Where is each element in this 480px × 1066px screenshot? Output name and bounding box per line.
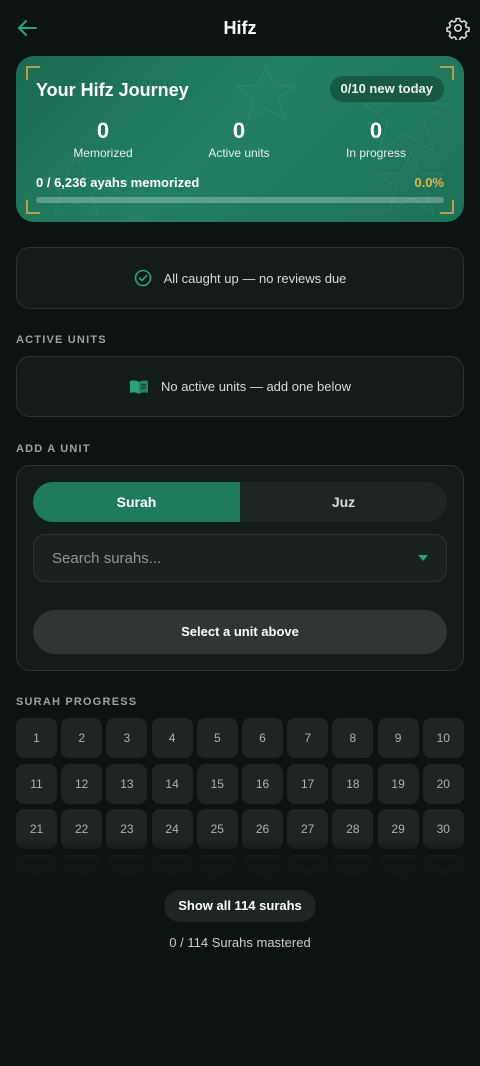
surah-cell[interactable]: 6	[242, 718, 283, 758]
surah-cell[interactable]: 11	[16, 763, 57, 804]
new-today-badge: 0/10 new today	[329, 76, 444, 102]
stat-value: 0	[369, 118, 383, 143]
surah-cell[interactable]: 9	[377, 718, 419, 758]
surah-search-input[interactable]	[52, 535, 402, 581]
stat-label: Active units	[208, 146, 270, 160]
journey-progress-bar	[36, 197, 444, 203]
gear-icon	[446, 17, 470, 42]
corner-ornament	[440, 66, 454, 80]
reviews-status-card: All caught up — no reviews due	[16, 247, 464, 309]
surah-cell[interactable]: 8	[332, 718, 374, 758]
surah-cell[interactable]: 34	[151, 854, 193, 878]
surah-search-dropdown[interactable]	[33, 534, 447, 582]
surah-cell[interactable]: 23	[106, 809, 148, 849]
surah-cell[interactable]: 25	[196, 809, 238, 849]
select-unit-button[interactable]: Select a unit above	[33, 610, 447, 654]
add-unit-card: Surah Juz Select a unit above	[16, 465, 464, 671]
surah-cell[interactable]: 22	[61, 809, 103, 849]
percent-text: 0.0%	[414, 175, 444, 190]
show-all-surahs-button[interactable]: Show all 114 surahs	[164, 890, 316, 922]
stat-label: In progress	[345, 146, 407, 160]
surah-cell[interactable]: 16	[242, 763, 283, 804]
surah-cell[interactable]: 33	[106, 854, 148, 878]
active-units-card: No active units — add one below	[16, 356, 464, 417]
hifz-journey-card: Your Hifz Journey 0/10 new today 0 Memor…	[16, 56, 464, 222]
add-unit-heading: ADD A UNIT	[16, 443, 91, 455]
surah-cell[interactable]: 26	[242, 809, 283, 849]
surahs-mastered-text: 0 / 114 Surahs mastered	[169, 935, 311, 950]
unit-type-segmented-control: Surah Juz	[33, 482, 447, 522]
surah-cell[interactable]: 27	[287, 809, 329, 849]
surah-progress-grid: 1 2 3 4 5 6 7 8 9 10 11 12 13 14 15 16 17 18 19 20 21 22 23 24 2…	[16, 718, 464, 878]
surah-cell[interactable]: 7	[287, 718, 329, 758]
surah-cell[interactable]: 38	[332, 854, 374, 878]
surah-cell[interactable]: 30	[422, 809, 464, 849]
settings-button[interactable]	[446, 16, 470, 42]
chevron-down-icon[interactable]	[418, 555, 428, 561]
surah-cell[interactable]: 10	[422, 718, 464, 758]
surah-cell[interactable]: 37	[287, 854, 329, 878]
surah-cell[interactable]: 19	[377, 763, 419, 804]
active-units-message: No active units — add one below	[160, 379, 352, 394]
surah-cell[interactable]: 5	[196, 718, 238, 758]
corner-ornament	[26, 66, 40, 80]
surah-cell[interactable]: 20	[422, 763, 464, 804]
surah-cell[interactable]: 31	[16, 854, 57, 878]
stat-value: 0	[96, 118, 110, 143]
tab-surah[interactable]: Surah	[33, 482, 240, 522]
surah-cell[interactable]: 2	[61, 718, 103, 758]
surah-cell[interactable]: 12	[61, 763, 103, 804]
surah-cell[interactable]: 40	[422, 854, 464, 878]
journey-title: Your Hifz Journey	[36, 80, 189, 100]
surah-cell[interactable]: 18	[332, 763, 374, 804]
surah-cell[interactable]: 21	[16, 809, 57, 849]
stat-memorized: 0 Memorized	[38, 118, 168, 160]
surah-cell[interactable]: 32	[61, 854, 103, 878]
tab-juz[interactable]: Juz	[240, 482, 447, 522]
surah-cell[interactable]: 14	[151, 763, 193, 804]
check-circle-icon	[134, 269, 151, 287]
surah-cell[interactable]: 35	[196, 854, 238, 878]
surah-cell[interactable]: 13	[106, 763, 148, 804]
surah-cell[interactable]: 39	[377, 854, 419, 878]
book-open-icon	[129, 379, 148, 394]
surah-cell[interactable]: 4	[151, 718, 193, 758]
surah-cell[interactable]: 15	[196, 763, 238, 804]
active-units-heading: ACTIVE UNITS	[16, 334, 107, 346]
stat-in-progress: 0 In progress	[311, 118, 441, 160]
top-bar: Hifz	[0, 0, 480, 56]
page-title: Hifz	[223, 18, 257, 38]
ayahs-memorized-text: 0 / 6,236 ayahs memorized	[36, 175, 200, 190]
stat-label: Memorized	[73, 146, 133, 160]
surah-cell[interactable]: 29	[377, 809, 419, 849]
stat-value: 0	[232, 118, 246, 143]
surah-cell[interactable]: 3	[106, 718, 148, 758]
surah-cell[interactable]: 17	[287, 763, 329, 804]
surah-cell[interactable]: 24	[151, 809, 193, 849]
surah-cell[interactable]: 36	[242, 854, 283, 878]
surah-cell[interactable]: 28	[332, 809, 374, 849]
surah-progress-heading: SURAH PROGRESS	[16, 696, 138, 708]
stat-active-units: 0 Active units	[174, 118, 304, 160]
surah-cell[interactable]: 1	[16, 718, 57, 758]
reviews-message: All caught up — no reviews due	[163, 270, 347, 286]
